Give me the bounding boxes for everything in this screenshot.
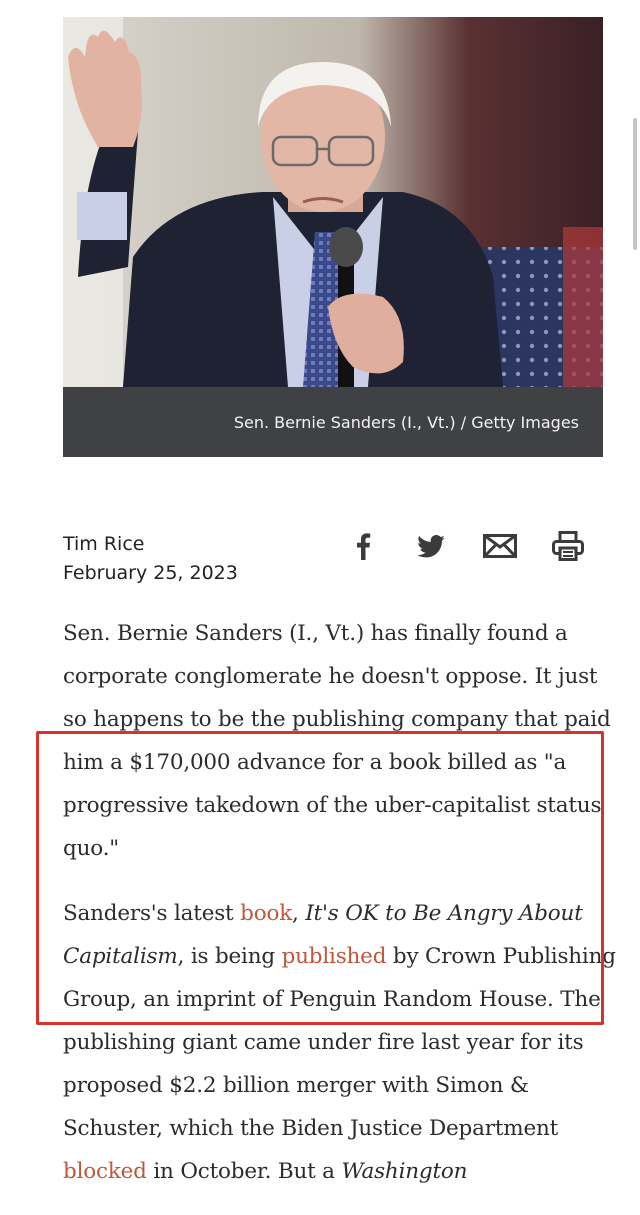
text-span: Sanders's latest [63,901,241,926]
author-name[interactable]: Tim Rice [63,530,238,559]
email-icon [483,534,517,558]
article-paragraph-2: Sanders's latest book, It's OK to Be Ang… [63,892,623,1193]
blocked-link[interactable]: blocked [63,1159,147,1184]
share-facebook-button[interactable] [350,526,376,566]
share-twitter-button[interactable] [416,526,446,566]
text-span: in October. But a [146,1159,342,1184]
article-body: Sen. Bernie Sanders (I., Vt.) has finall… [63,612,623,1215]
text-span: , is being [177,944,282,969]
book-link[interactable]: book [240,901,292,926]
hero-figure: Sen. Bernie Sanders (I., Vt.) / Getty Im… [63,17,603,457]
photo-caption: Sen. Bernie Sanders (I., Vt.) / Getty Im… [233,413,579,432]
text-span: , [292,901,306,926]
photo-illustration [63,17,603,387]
print-icon [552,531,584,561]
print-button[interactable] [550,526,586,566]
facebook-icon [357,533,371,560]
article-paragraph-1: Sen. Bernie Sanders (I., Vt.) has finall… [63,621,611,861]
byline: Tim Rice February 25, 2023 [63,530,238,588]
text-span: by Crown Publishing Group, an imprint of… [63,944,616,1141]
publish-date: February 25, 2023 [63,562,238,584]
caption-bar: Sen. Bernie Sanders (I., Vt.) / Getty Im… [63,387,603,457]
publication-name: Washington [341,1159,468,1184]
hero-photo [63,17,603,387]
published-link[interactable]: published [282,944,387,969]
share-email-button[interactable] [482,526,518,566]
scrollbar[interactable] [633,118,637,250]
twitter-icon [417,534,445,557]
